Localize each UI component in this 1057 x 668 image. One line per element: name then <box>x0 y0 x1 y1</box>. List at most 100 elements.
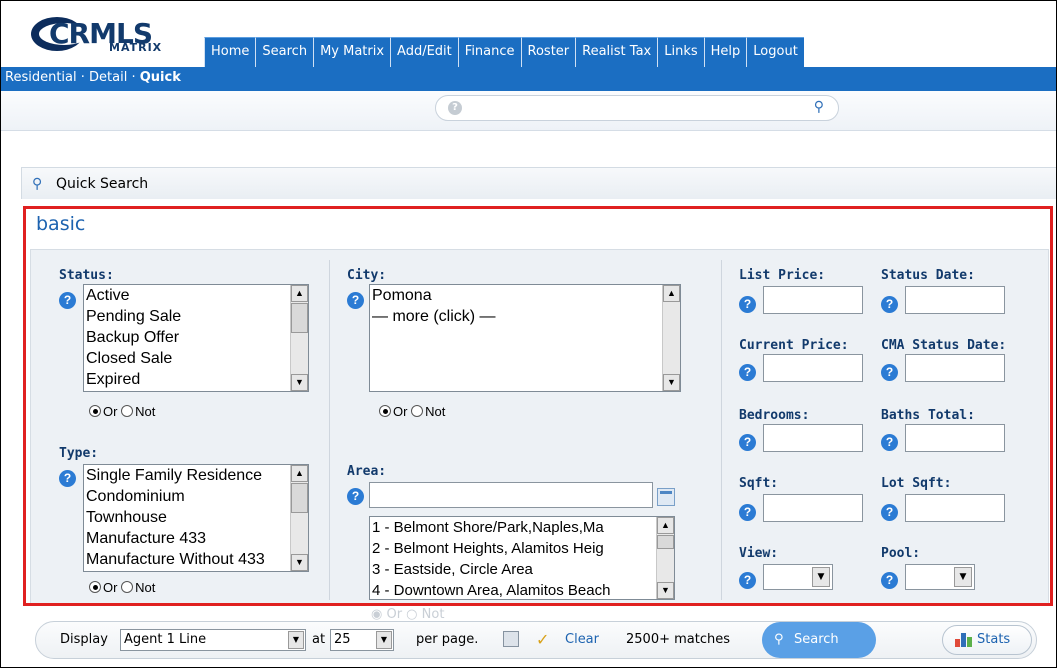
type-label: Type: <box>59 446 99 461</box>
nav-roster[interactable]: Roster <box>520 37 576 67</box>
sqft-input[interactable] <box>763 494 863 522</box>
nav-logout[interactable]: Logout <box>746 37 804 67</box>
nav-home[interactable]: Home <box>204 37 256 67</box>
type-listbox[interactable]: Single Family Residence Condominium Town… <box>83 464 309 572</box>
list-item[interactable]: Closed Sale <box>84 348 308 369</box>
cma-status-date-help-icon[interactable]: ? <box>881 364 898 381</box>
lot-sqft-help-icon[interactable]: ? <box>881 504 898 521</box>
help-icon[interactable]: ? <box>448 101 462 115</box>
clear-button[interactable]: Clear <box>565 632 599 647</box>
display-format-select[interactable]: Agent 1 Line ▼ <box>120 629 306 651</box>
or-radio[interactable] <box>89 581 101 593</box>
list-item[interactable]: Pending Sale <box>84 306 308 327</box>
search-button[interactable]: ⚲ Search <box>762 622 876 658</box>
list-price-input[interactable] <box>763 286 863 314</box>
scrollbar-thumb[interactable] <box>291 303 308 333</box>
type-help-icon[interactable]: ? <box>59 470 76 487</box>
not-label: Not <box>135 404 156 419</box>
breadcrumb-quick[interactable]: Quick <box>140 70 181 85</box>
stats-button[interactable]: Stats <box>942 625 1032 655</box>
status-help-icon[interactable]: ? <box>59 292 76 309</box>
lot-sqft-input[interactable] <box>905 494 1005 522</box>
list-item[interactable]: Active <box>84 285 308 306</box>
not-radio[interactable] <box>411 405 424 417</box>
city-help-icon[interactable]: ? <box>347 292 364 309</box>
scroll-down-icon[interactable]: ▼ <box>657 582 674 599</box>
list-item[interactable]: 4 - Downtown Area, Alamitos Beach <box>370 580 674 599</box>
scroll-up-icon[interactable]: ▲ <box>291 285 308 302</box>
area-lookup-icon[interactable] <box>657 488 675 506</box>
pool-select[interactable]: ▼ <box>905 564 975 590</box>
status-date-help-icon[interactable]: ? <box>881 296 898 313</box>
city-listbox[interactable]: Pomona — more (click) — ▲ ▼ <box>369 284 681 392</box>
not-radio[interactable] <box>121 405 134 417</box>
area-input[interactable] <box>369 482 653 508</box>
list-item[interactable]: 1 - Belmont Shore/Park,Naples,Ma <box>370 517 674 538</box>
view-select[interactable]: ▼ <box>763 564 833 590</box>
chevron-down-icon[interactable]: ▼ <box>954 567 972 587</box>
nav-finance[interactable]: Finance <box>457 37 521 67</box>
list-item[interactable]: Pomona <box>370 285 680 306</box>
or-radio[interactable] <box>379 405 391 417</box>
list-item[interactable]: Backup Offer <box>84 327 308 348</box>
status-listbox[interactable]: Active Pending Sale Backup Offer Closed … <box>83 284 309 392</box>
breadcrumb-residential[interactable]: Residential <box>5 70 77 85</box>
column-divider <box>329 260 330 600</box>
global-search-input[interactable]: ? ⚲ <box>435 95 839 121</box>
app-window: CRMLS MATRIX Home Search My Matrix Add/E… <box>0 0 1057 668</box>
crmls-matrix-logo[interactable]: CRMLS MATRIX <box>31 7 201 55</box>
or-radio[interactable] <box>89 405 101 417</box>
list-item[interactable]: Manufacture Without 433 <box>84 549 308 570</box>
scroll-up-icon[interactable]: ▲ <box>657 517 674 534</box>
search-icon[interactable]: ⚲ <box>814 99 824 115</box>
list-item[interactable]: 2 - Belmont Heights, Alamitos Heig <box>370 538 674 559</box>
scrollbar[interactable]: ▲ ▼ <box>290 285 308 391</box>
list-price-label: List Price: <box>739 268 826 283</box>
scrollbar-thumb[interactable] <box>657 535 674 549</box>
save-icon[interactable] <box>503 631 519 647</box>
list-item[interactable]: — more (click) — <box>370 306 680 327</box>
list-item[interactable]: 3 - Eastside, Circle Area <box>370 559 674 580</box>
scrollbar[interactable]: ▲ ▼ <box>662 285 680 391</box>
per-page-select[interactable]: 25 ▼ <box>330 629 394 651</box>
broom-icon[interactable]: ✓ <box>536 630 549 649</box>
list-item[interactable]: Manufacture 433 <box>84 528 308 549</box>
cma-status-date-input[interactable] <box>905 354 1005 382</box>
list-item[interactable]: Condominium <box>84 486 308 507</box>
nav-my-matrix[interactable]: My Matrix <box>313 37 391 67</box>
list-item[interactable]: Townhouse <box>84 507 308 528</box>
area-listbox[interactable]: 1 - Belmont Shore/Park,Naples,Ma 2 - Bel… <box>369 516 675 600</box>
pool-help-icon[interactable]: ? <box>881 572 898 589</box>
scroll-up-icon[interactable]: ▲ <box>663 285 680 302</box>
scrollbar[interactable]: ▲ ▼ <box>656 517 674 599</box>
status-date-input[interactable] <box>905 286 1005 314</box>
baths-total-help-icon[interactable]: ? <box>881 434 898 451</box>
scroll-down-icon[interactable]: ▼ <box>291 374 308 391</box>
baths-total-input[interactable] <box>905 424 1005 452</box>
bedrooms-input[interactable] <box>763 424 863 452</box>
nav-search[interactable]: Search <box>255 37 314 67</box>
bedrooms-help-icon[interactable]: ? <box>739 434 756 451</box>
chevron-down-icon[interactable]: ▼ <box>288 631 304 649</box>
nav-realist-tax[interactable]: Realist Tax <box>575 37 658 67</box>
list-price-help-icon[interactable]: ? <box>739 296 756 313</box>
chevron-down-icon[interactable]: ▼ <box>376 631 392 649</box>
current-price-input[interactable] <box>763 354 863 382</box>
scrollbar-thumb[interactable] <box>291 483 308 513</box>
sqft-help-icon[interactable]: ? <box>739 504 756 521</box>
nav-add-edit[interactable]: Add/Edit <box>390 37 458 67</box>
scrollbar[interactable]: ▲ ▼ <box>290 465 308 571</box>
current-price-help-icon[interactable]: ? <box>739 364 756 381</box>
area-help-icon[interactable]: ? <box>347 488 364 505</box>
list-item[interactable]: Single Family Residence <box>84 465 308 486</box>
nav-help[interactable]: Help <box>703 37 747 67</box>
scroll-down-icon[interactable]: ▼ <box>291 554 308 571</box>
scroll-down-icon[interactable]: ▼ <box>663 374 680 391</box>
breadcrumb-detail[interactable]: Detail <box>89 70 127 85</box>
chevron-down-icon[interactable]: ▼ <box>812 567 830 587</box>
list-item[interactable]: Expired <box>84 369 308 390</box>
nav-links[interactable]: Links <box>657 37 704 67</box>
scroll-up-icon[interactable]: ▲ <box>291 465 308 482</box>
view-help-icon[interactable]: ? <box>739 572 756 589</box>
not-radio[interactable] <box>121 581 134 593</box>
